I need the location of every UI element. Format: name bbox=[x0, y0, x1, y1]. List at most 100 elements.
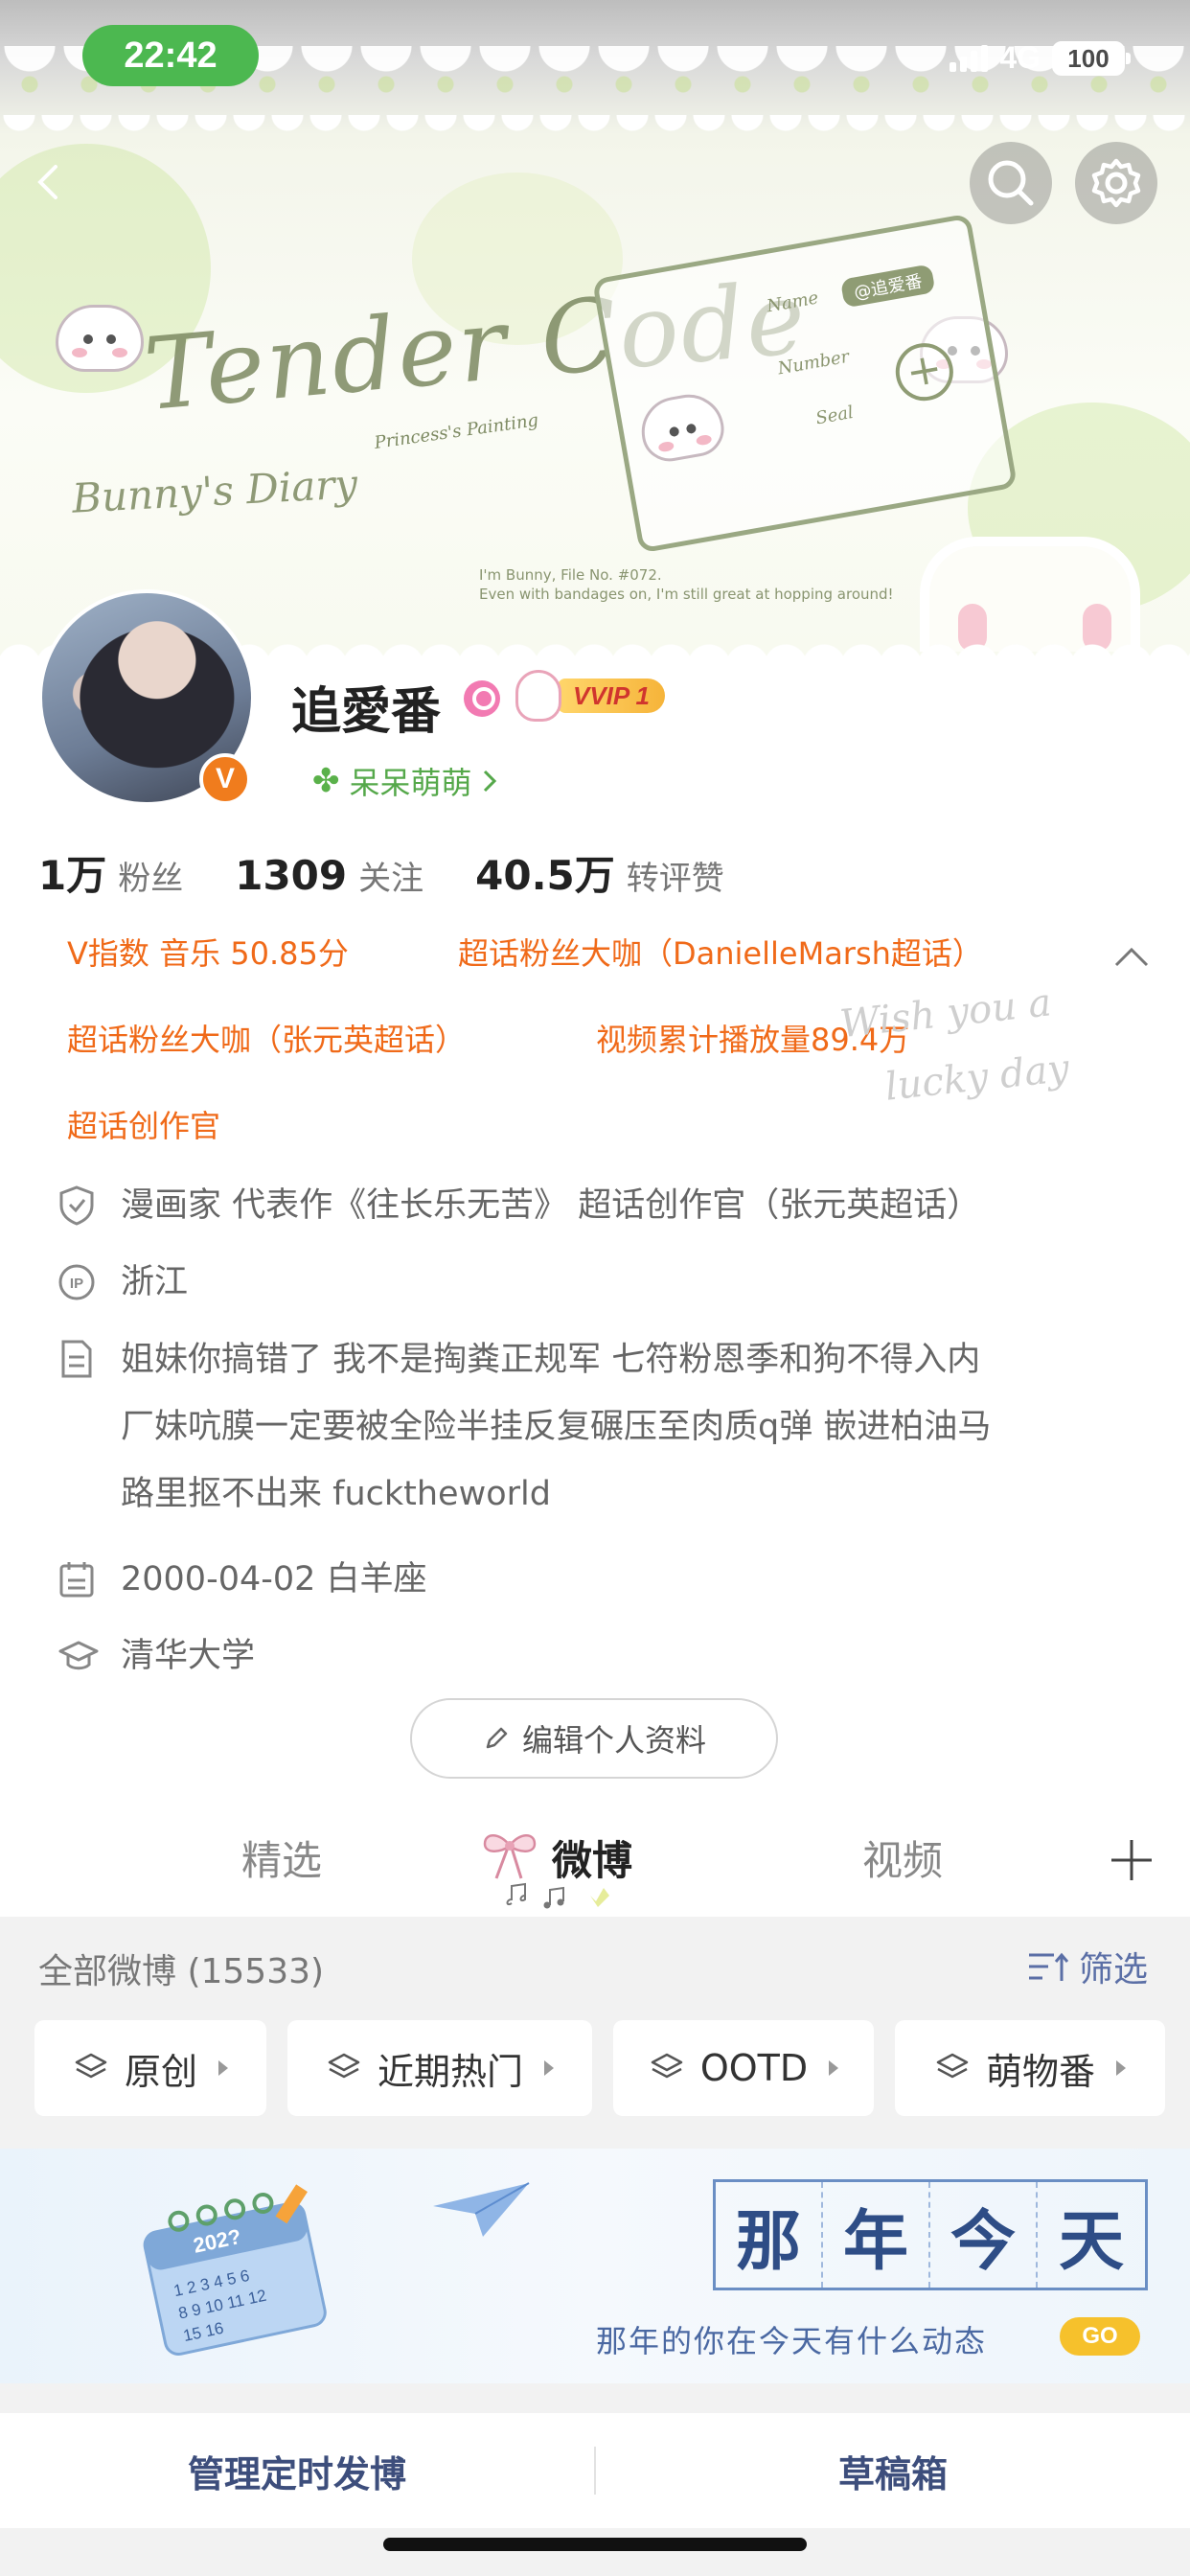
profile-stats: 1万 粉丝 1309 关注 40.5万 转评赞 bbox=[38, 843, 776, 902]
chip-label: 萌物番 bbox=[985, 2050, 1095, 2093]
cover-id-card: Name @追爱番 Number Seal + bbox=[591, 213, 1018, 554]
network-type: 4G bbox=[999, 40, 1041, 75]
card-field-label: Number bbox=[776, 346, 851, 380]
all-posts-count: 全部微博 (15533) bbox=[38, 1952, 325, 1991]
verified-v-badge: V bbox=[199, 753, 251, 805]
female-gender-icon bbox=[464, 680, 500, 717]
badge-item[interactable]: 超话粉丝大咖（张元英超话） bbox=[67, 1016, 596, 1060]
document-icon bbox=[61, 1340, 92, 1378]
card-field-label: Name bbox=[765, 288, 820, 317]
cover-caption: Princess's Painting bbox=[373, 410, 540, 453]
pencil-icon bbox=[486, 1727, 508, 1749]
collapse-badges-button[interactable] bbox=[1113, 945, 1150, 972]
layers-icon bbox=[75, 2053, 107, 2079]
search-button[interactable] bbox=[970, 142, 1052, 224]
calendar-illustration: 202? 1 2 3 4 5 6 8 9 10 11 12 15 16 bbox=[143, 2184, 327, 2356]
plus-circle-icon: + bbox=[891, 338, 958, 405]
bio-info: 姐妹你搞错了 我不是掏粪正规军 七符粉恩季和狗不得入内 厂妹吭膜一定要被全险半挂… bbox=[57, 1334, 1140, 1528]
followers-label[interactable]: 粉丝 bbox=[118, 852, 183, 899]
add-tab-icon[interactable] bbox=[1106, 1834, 1157, 1886]
following-label[interactable]: 关注 bbox=[358, 852, 423, 899]
drafts-button[interactable]: 草稿箱 bbox=[596, 2445, 1190, 2497]
fan-group-link[interactable]: ✤ 呆呆萌萌 bbox=[312, 759, 497, 803]
school-text: 清华大学 bbox=[121, 1637, 256, 1675]
bio-text: 姐妹你搞错了 我不是掏粪正规军 七符粉恩季和狗不得入内 厂妹吭膜一定要被全险半挂… bbox=[121, 1341, 992, 1513]
followers-count[interactable]: 1万 bbox=[38, 843, 106, 902]
feed-section: 全部微博 (15533) 筛选 原创 近期热门 OOTD 萌物番 202? 1 … bbox=[0, 1917, 1190, 2576]
battery-icon: 100 bbox=[1052, 40, 1131, 76]
filter-button[interactable]: 筛选 bbox=[1027, 1942, 1148, 1991]
gear-icon bbox=[1091, 158, 1141, 208]
badge-item[interactable]: 超话粉丝大咖（DanielleMarsh超话） bbox=[458, 930, 983, 974]
chip-label: 原创 bbox=[124, 2050, 197, 2093]
edit-profile-button[interactable]: 编辑个人资料 bbox=[410, 1698, 778, 1779]
go-button[interactable]: GO bbox=[1060, 2317, 1140, 2356]
interactions-label[interactable]: 转评赞 bbox=[627, 852, 724, 899]
chip-original[interactable]: 原创 bbox=[34, 2020, 266, 2116]
layers-icon bbox=[328, 2053, 360, 2079]
interactions-count[interactable]: 40.5万 bbox=[475, 843, 615, 902]
fan-group-name: 呆呆萌萌 bbox=[349, 765, 472, 801]
shield-check-icon bbox=[59, 1185, 94, 1226]
location-text: 浙江 bbox=[121, 1263, 189, 1301]
music-notes-icon bbox=[506, 1882, 609, 1909]
paper-plane-icon bbox=[433, 2182, 530, 2237]
profile-info-list: 漫画家 代表作《往长乐无苦》 超话创作官（张元英超话） IP 浙江 姐妹你搞错了… bbox=[57, 1181, 1140, 1708]
birthday-info: 2000-04-02 白羊座 bbox=[57, 1554, 1140, 1604]
chevron-right-icon bbox=[483, 770, 496, 793]
school-info: 清华大学 bbox=[57, 1631, 1140, 1681]
search-icon bbox=[988, 160, 1034, 206]
tab-featured[interactable]: 精选 bbox=[241, 1828, 322, 1887]
clover-icon: ✤ bbox=[312, 762, 340, 800]
verified-text: 漫画家 代表作《往长乐无苦》 超话创作官（张元英超话） bbox=[121, 1186, 981, 1225]
vvip-badge[interactable]: VVIP 1 bbox=[515, 669, 665, 723]
back-button[interactable] bbox=[31, 163, 69, 201]
filter-sort-icon bbox=[1028, 1952, 1069, 1981]
tab-video[interactable]: 视频 bbox=[862, 1828, 943, 1887]
layers-icon bbox=[936, 2053, 969, 2079]
location-info: IP 浙江 bbox=[57, 1257, 1140, 1307]
on-this-day-title: 那 年 今 天 bbox=[713, 2179, 1148, 2290]
signal-icon bbox=[950, 44, 989, 72]
filter-label: 筛选 bbox=[1078, 1950, 1148, 1990]
svg-text:IP: IP bbox=[70, 1276, 83, 1292]
ip-location-icon: IP bbox=[58, 1264, 95, 1300]
chip-cute-stuff[interactable]: 萌物番 bbox=[895, 2020, 1165, 2116]
chip-ootd[interactable]: OOTD bbox=[613, 2020, 874, 2116]
profile-cover-banner[interactable]: Tender Code Bunny's Diary Princess's Pai… bbox=[0, 0, 1190, 661]
lucky-day-decoration: Wish you a lucky day bbox=[837, 980, 1071, 1110]
cover-subtitle: Bunny's Diary bbox=[70, 460, 359, 522]
edit-profile-label: 编辑个人资料 bbox=[521, 1722, 706, 1759]
tab-weibo[interactable]: 微博 bbox=[552, 1828, 632, 1887]
chip-recent-hot[interactable]: 近期热门 bbox=[287, 2020, 592, 2116]
settings-button[interactable] bbox=[1075, 142, 1157, 224]
post-category-chips: 原创 近期热门 OOTD 萌物番 bbox=[34, 2020, 1165, 2116]
graduation-cap-icon bbox=[58, 1641, 99, 1670]
bunny-illustration bbox=[635, 388, 729, 466]
vvip-level-label: VVIP 1 bbox=[558, 678, 665, 713]
ribbon-bow-icon bbox=[483, 1834, 537, 1879]
chip-label: OOTD bbox=[699, 2047, 809, 2089]
cover-note: I'm Bunny, File No. #072. Even with band… bbox=[479, 566, 894, 603]
home-indicator[interactable] bbox=[383, 2538, 807, 2551]
birthday-text: 2000-04-02 白羊座 bbox=[121, 1560, 427, 1598]
card-name-tag: @追爱番 bbox=[839, 264, 936, 309]
bunny-mascot-icon bbox=[515, 670, 561, 722]
bunny-illustration bbox=[56, 305, 144, 372]
status-time: 22:42 bbox=[82, 25, 259, 86]
chevron-up-icon bbox=[1114, 947, 1149, 967]
status-indicators: 4G 100 bbox=[950, 40, 1131, 76]
chip-label: 近期热门 bbox=[377, 2050, 523, 2093]
profile-tabs: 精选 微博 视频 bbox=[0, 1811, 1190, 1917]
chevron-left-icon bbox=[37, 165, 57, 199]
following-count[interactable]: 1309 bbox=[235, 852, 347, 899]
username: 追愛番 bbox=[291, 683, 442, 741]
layers-icon bbox=[651, 2053, 683, 2079]
badge-item[interactable]: 超话创作官 bbox=[67, 1102, 220, 1146]
scheduled-posts-button[interactable]: 管理定时发博 bbox=[0, 2445, 594, 2497]
on-this-day-subtitle: 那年的你在今天有什么动态 bbox=[596, 2323, 988, 2359]
verified-info: 漫画家 代表作《往长乐无苦》 超话创作官（张元英超话） bbox=[57, 1181, 1140, 1230]
badge-item[interactable]: V指数 音乐 50.85分 bbox=[67, 930, 458, 974]
on-this-day-banner[interactable]: 202? 1 2 3 4 5 6 8 9 10 11 12 15 16 那 年 … bbox=[0, 2149, 1190, 2383]
calendar-icon bbox=[59, 1562, 94, 1598]
